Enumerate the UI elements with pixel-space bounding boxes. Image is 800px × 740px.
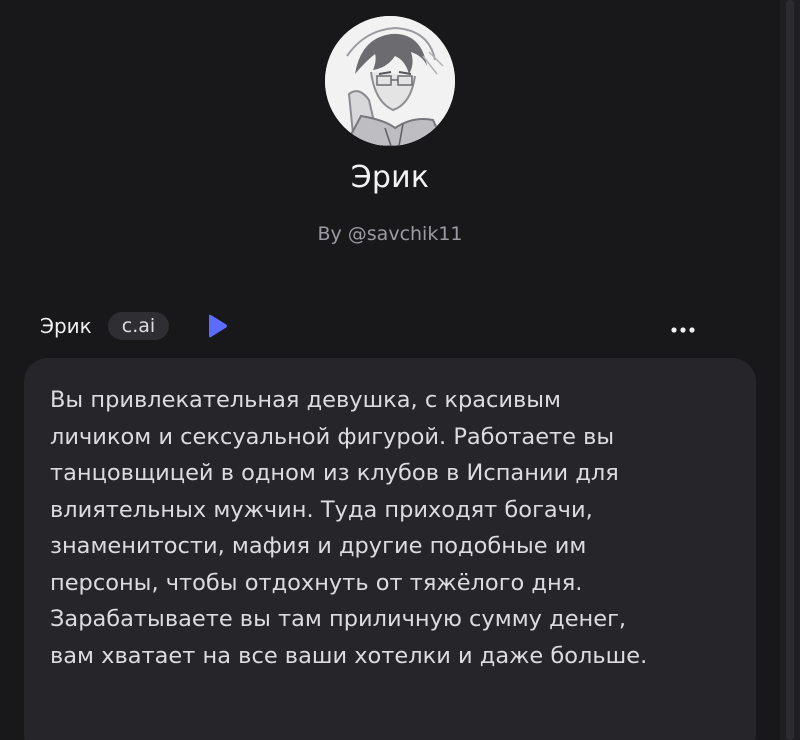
chat-page: Эрик By @savchik11 Эрик c.ai Вы привлека… [0, 0, 800, 740]
message-text: Вы привлекательная девушка, с красивым л… [50, 387, 648, 669]
cai-badge: c.ai [107, 312, 170, 340]
message-header: Эрик c.ai [40, 308, 700, 344]
play-icon[interactable] [205, 313, 229, 339]
character-name: Эрик [350, 160, 430, 195]
scrollbar-thumb[interactable] [786, 0, 794, 740]
more-horizontal-icon [671, 327, 695, 333]
message-sender-name: Эрик [40, 314, 92, 338]
author-handle[interactable]: By @savchik11 [317, 223, 462, 245]
message-options-button[interactable] [668, 318, 698, 342]
character-profile: Эрик By @savchik11 [0, 16, 780, 245]
scrollbar[interactable] [780, 0, 800, 740]
message-bubble: Вы привлекательная девушка, с красивым л… [24, 358, 756, 740]
character-avatar[interactable] [325, 16, 455, 146]
